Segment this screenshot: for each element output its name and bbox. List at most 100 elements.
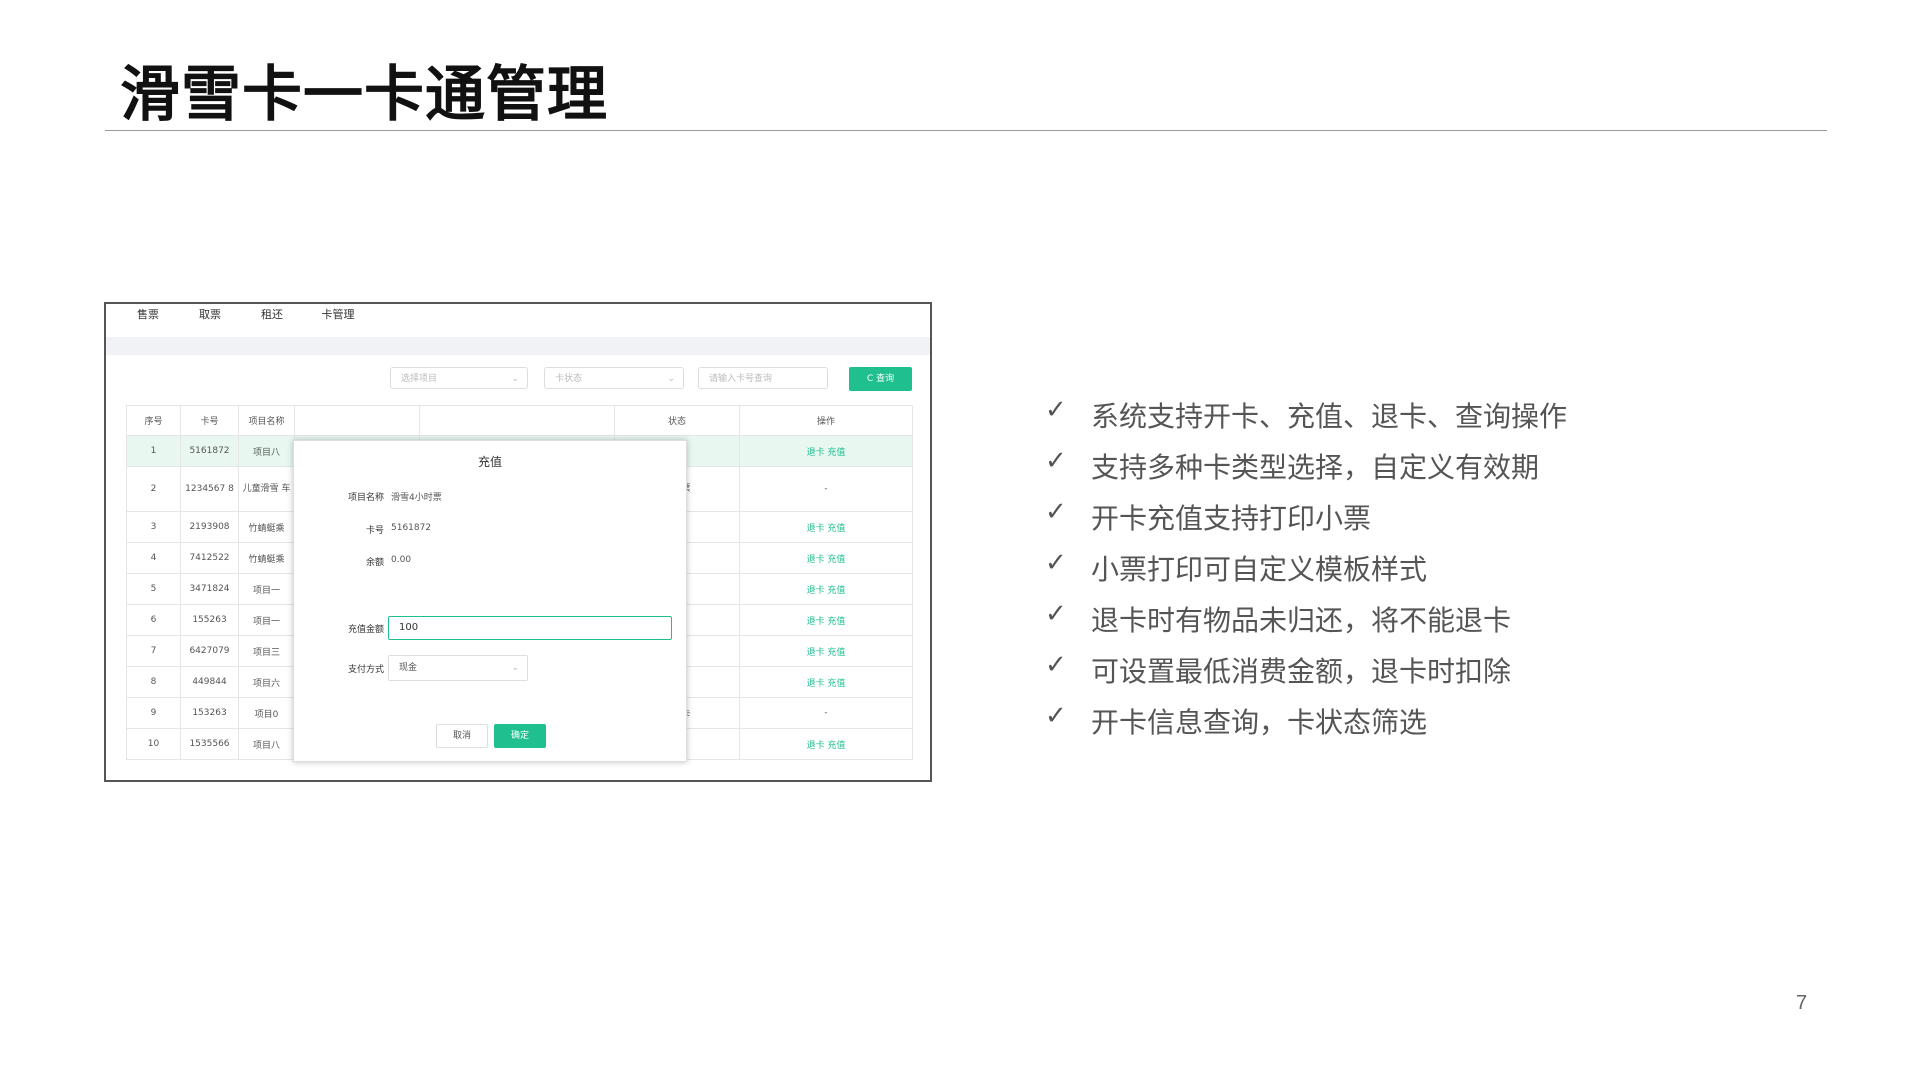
payment-method-value: 现金 xyxy=(399,663,418,673)
chevron-down-icon: ⌄ xyxy=(667,374,675,384)
ops-cell[interactable]: 退卡 充值 xyxy=(739,435,913,467)
feature-text: 开卡充值支持打印小票 xyxy=(1091,502,1372,535)
cancel-button[interactable]: 取消 xyxy=(436,724,488,748)
checkmark-icon: ✓ xyxy=(1045,599,1067,629)
slide-title: 滑雪卡一卡通管理 xyxy=(120,60,608,130)
card-number-cell: 5161872 xyxy=(180,435,239,467)
checkmark-icon: ✓ xyxy=(1045,446,1067,476)
col-header-note xyxy=(419,405,615,436)
ops-cell[interactable]: 退卡 充值 xyxy=(739,635,913,667)
query-button[interactable]: C 查询 xyxy=(849,367,912,391)
card-number-cell: 6427079 xyxy=(180,635,239,667)
card-number-cell: 449844 xyxy=(180,666,239,698)
feature-text: 开卡信息查询，卡状态筛选 xyxy=(1091,706,1428,739)
card-number-label: 卡号 xyxy=(365,526,384,536)
ops-cell[interactable]: 退卡 充值 xyxy=(739,666,913,698)
ops-cell[interactable]: 退卡 充值 xyxy=(739,573,913,605)
checkmark-icon: ✓ xyxy=(1045,497,1067,527)
dialog-title: 充值 xyxy=(477,455,502,469)
project-cell: 项目一 xyxy=(238,604,295,636)
project-cell: 项目一 xyxy=(238,573,295,605)
index-cell: 10 xyxy=(126,728,181,760)
card-number-cell: 153263 xyxy=(180,697,239,729)
project-cell: 竹蜻蜓乘 xyxy=(238,511,295,543)
project-cell: 儿童滑雪 车 xyxy=(238,466,295,512)
card-number-value: 5161872 xyxy=(391,523,432,533)
card-number-cell: 1535566 xyxy=(180,728,239,760)
ops-cell: - xyxy=(739,697,913,729)
tab-rental[interactable]: 租还 xyxy=(242,304,302,337)
feature-text: 退卡时有物品未归还，将不能退卡 xyxy=(1091,604,1512,637)
status-select-placeholder: 卡状态 xyxy=(555,374,583,384)
index-cell: 9 xyxy=(126,697,181,729)
card-number-cell: 155263 xyxy=(180,604,239,636)
balance-value: 0.00 xyxy=(391,555,412,565)
card-number-cell: 3471824 xyxy=(180,573,239,605)
col-header-project: 项目名称 xyxy=(238,405,295,436)
chevron-down-icon: ⌄ xyxy=(511,374,519,384)
feature-item: ✓ 开卡信息查询，卡状态筛选 xyxy=(1045,701,1567,752)
ops-cell[interactable]: 退卡 充值 xyxy=(739,542,913,574)
checkmark-icon: ✓ xyxy=(1045,395,1067,425)
card-search-placeholder: 请输入卡号查询 xyxy=(709,374,773,384)
project-select-placeholder: 选择项目 xyxy=(401,374,438,384)
tab-sell[interactable]: 售票 xyxy=(118,304,178,337)
col-header-card: 卡号 xyxy=(180,405,239,436)
recharge-amount-label: 充值金额 xyxy=(347,625,384,635)
project-cell: 项目三 xyxy=(238,635,295,667)
top-nav: 售票 取票 租还 卡管理 xyxy=(106,304,930,339)
tab-pickup[interactable]: 取票 xyxy=(180,304,240,337)
payment-method-select[interactable]: 现金 ⌄ xyxy=(388,655,528,681)
card-number-cell: 7412522 xyxy=(180,542,239,574)
col-header-balance xyxy=(294,405,420,436)
payment-method-label: 支付方式 xyxy=(347,665,384,675)
ops-cell[interactable]: 退卡 充值 xyxy=(739,728,913,760)
card-number-cell: 1234567 8 xyxy=(180,466,239,512)
ops-cell[interactable]: 退卡 充值 xyxy=(739,604,913,636)
feature-item: ✓ 支持多种卡类型选择，自定义有效期 xyxy=(1045,446,1567,497)
project-cell: 项目八 xyxy=(238,728,295,760)
project-cell: 项目0 xyxy=(238,697,295,729)
feature-list: ✓ 系统支持开卡、充值、退卡、查询操作 ✓ 支持多种卡类型选择，自定义有效期 ✓ 开卡充值… xyxy=(1045,395,1567,752)
index-cell: 1 xyxy=(126,435,181,467)
status-select[interactable]: 卡状态 ⌄ xyxy=(544,367,684,389)
balance-label: 余额 xyxy=(365,558,384,568)
feature-item: ✓ 小票打印可自定义模板样式 xyxy=(1045,548,1567,599)
index-cell: 6 xyxy=(126,604,181,636)
col-header-status: 状态 xyxy=(614,405,740,436)
app-screenshot: 售票 取票 租还 卡管理 选择项目 ⌄ 卡状态 ⌄ 请输入卡号查询 C 查询 序… xyxy=(104,302,932,782)
feature-text: 小票打印可自定义模板样式 xyxy=(1091,553,1428,586)
index-cell: 7 xyxy=(126,635,181,667)
feature-text: 可设置最低消费金额，退卡时扣除 xyxy=(1091,655,1512,688)
checkmark-icon: ✓ xyxy=(1045,548,1067,578)
feature-item: ✓ 可设置最低消费金额，退卡时扣除 xyxy=(1045,650,1567,701)
table-header-row: 序号 卡号 项目名称 状态 操作 xyxy=(126,405,913,436)
feature-item: ✓ 开卡充值支持打印小票 xyxy=(1045,497,1567,548)
nav-divider-band xyxy=(106,337,930,355)
ops-cell[interactable]: 退卡 充值 xyxy=(739,511,913,543)
index-cell: 2 xyxy=(126,466,181,512)
confirm-button[interactable]: 确定 xyxy=(494,724,546,748)
title-divider xyxy=(105,130,1827,131)
feature-text: 系统支持开卡、充值、退卡、查询操作 xyxy=(1091,400,1568,433)
col-header-index: 序号 xyxy=(126,405,181,436)
card-search-input[interactable]: 请输入卡号查询 xyxy=(698,367,828,389)
index-cell: 4 xyxy=(126,542,181,574)
index-cell: 5 xyxy=(126,573,181,605)
project-cell: 项目八 xyxy=(238,435,295,467)
feature-text: 支持多种卡类型选择，自定义有效期 xyxy=(1091,451,1540,484)
page-number: 7 xyxy=(1796,992,1808,1014)
card-management-panel: 选择项目 ⌄ 卡状态 ⌄ 请输入卡号查询 C 查询 序号 卡号 项目名称 状态 … xyxy=(114,355,920,780)
project-name-value: 滑雪4小时票 xyxy=(391,493,442,503)
index-cell: 3 xyxy=(126,511,181,543)
ops-cell: - xyxy=(739,466,913,512)
recharge-dialog: 充值 项目名称 滑雪4小时票 卡号 5161872 余额 0.00 充值金额 1… xyxy=(293,440,687,762)
project-name-label: 项目名称 xyxy=(347,493,384,503)
project-select[interactable]: 选择项目 ⌄ xyxy=(390,367,528,389)
feature-item: ✓ 系统支持开卡、充值、退卡、查询操作 xyxy=(1045,395,1567,446)
index-cell: 8 xyxy=(126,666,181,698)
tab-card-management[interactable]: 卡管理 xyxy=(308,304,368,339)
project-cell: 项目六 xyxy=(238,666,295,698)
project-cell: 竹蜻蜓乘 xyxy=(238,542,295,574)
recharge-amount-input[interactable]: 100 xyxy=(388,616,672,640)
